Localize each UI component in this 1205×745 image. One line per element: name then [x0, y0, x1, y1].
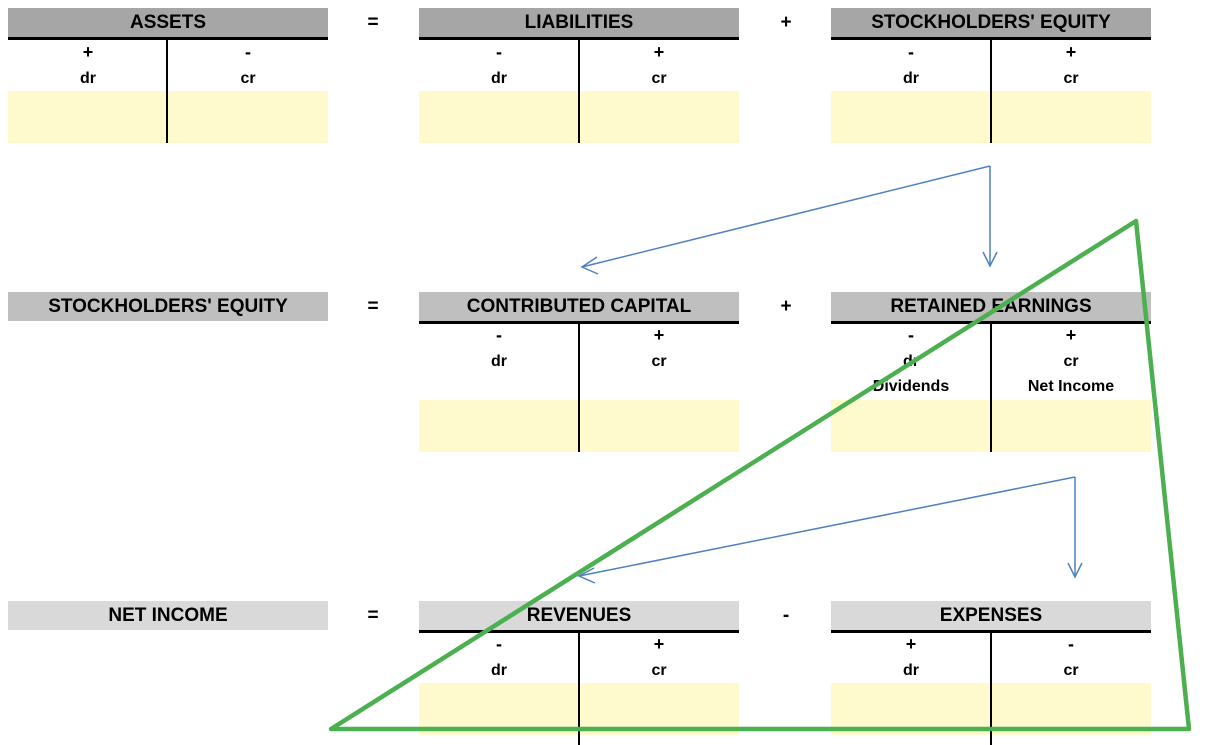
arrowhead-revenues	[577, 567, 596, 584]
assets-credit-sign: -	[245, 42, 251, 62]
retained-earnings-debit-label: dr	[903, 353, 919, 370]
expenses-t-divider	[990, 632, 992, 745]
contributed-capital-credit-sign: +	[653, 325, 665, 345]
expenses-debit-sign: +	[905, 634, 917, 654]
equity-debit-sign: -	[908, 42, 914, 62]
retained-earnings-t-divider	[990, 323, 992, 452]
assets-t-divider	[166, 40, 168, 143]
equity-t-divider	[990, 40, 992, 143]
assets-debit-label: dr	[80, 70, 96, 87]
stockholders-equity-label: STOCKHOLDERS' EQUITY	[8, 292, 328, 321]
liabilities-credit-label: cr	[651, 70, 667, 87]
revenues-debit-label: dr	[491, 662, 507, 679]
equity-breakdown-arrows	[580, 165, 998, 275]
liabilities-header: LIABILITIES	[419, 8, 739, 40]
minus-operator: -	[782, 605, 790, 626]
arrow-to-contributed-capital	[581, 165, 991, 268]
arrow-to-revenues	[578, 476, 1076, 577]
assets-debit-sign: +	[82, 42, 94, 62]
expenses-header: EXPENSES	[831, 601, 1151, 633]
liabilities-t-divider	[578, 40, 580, 143]
revenues-credit-label: cr	[651, 662, 667, 679]
assets-header: ASSETS	[8, 8, 328, 40]
equity-credit-label: cr	[1063, 70, 1079, 87]
retained-earnings-header: RETAINED EARNINGS	[831, 292, 1151, 324]
retained-earnings-credit-sign: +	[1065, 325, 1077, 345]
contributed-capital-t-divider	[578, 323, 580, 452]
plus-operator: +	[780, 296, 792, 317]
assets-credit-label: cr	[240, 70, 256, 87]
equity-credit-sign: +	[1065, 42, 1077, 62]
dividends-label: Dividends	[872, 378, 950, 395]
net-income-label: Net Income	[1027, 378, 1115, 395]
net-income-header: NET INCOME	[8, 601, 328, 630]
contributed-capital-credit-label: cr	[651, 353, 667, 370]
equals-operator: =	[367, 12, 379, 33]
retained-earnings-debit-sign: -	[908, 325, 914, 345]
contributed-capital-debit-sign: -	[496, 325, 502, 345]
contributed-capital-debit-label: dr	[491, 353, 507, 370]
expenses-credit-sign: -	[1068, 634, 1074, 654]
revenues-debit-sign: -	[496, 634, 502, 654]
expenses-debit-label: dr	[903, 662, 919, 679]
revenues-t-divider	[578, 632, 580, 745]
stockholders-equity-header: STOCKHOLDERS' EQUITY	[831, 8, 1151, 40]
revenues-header: REVENUES	[419, 601, 739, 633]
arrowhead-expenses	[1067, 562, 1083, 579]
equity-debit-label: dr	[903, 70, 919, 87]
arrowhead-retained-earnings	[982, 251, 998, 268]
liabilities-credit-sign: +	[653, 42, 665, 62]
arrowhead-contributed-capital	[580, 256, 599, 275]
revenues-credit-sign: +	[653, 634, 665, 654]
retained-earnings-credit-label: cr	[1063, 353, 1079, 370]
expenses-credit-label: cr	[1063, 662, 1079, 679]
contributed-capital-header: CONTRIBUTED CAPITAL	[419, 292, 739, 324]
equals-operator: =	[367, 296, 379, 317]
liabilities-debit-sign: -	[496, 42, 502, 62]
liabilities-debit-label: dr	[491, 70, 507, 87]
plus-operator: +	[780, 12, 792, 33]
assets-entry-area[interactable]	[8, 91, 328, 143]
equals-operator: =	[367, 605, 379, 626]
retained-earnings-breakdown-arrows	[577, 476, 1083, 584]
